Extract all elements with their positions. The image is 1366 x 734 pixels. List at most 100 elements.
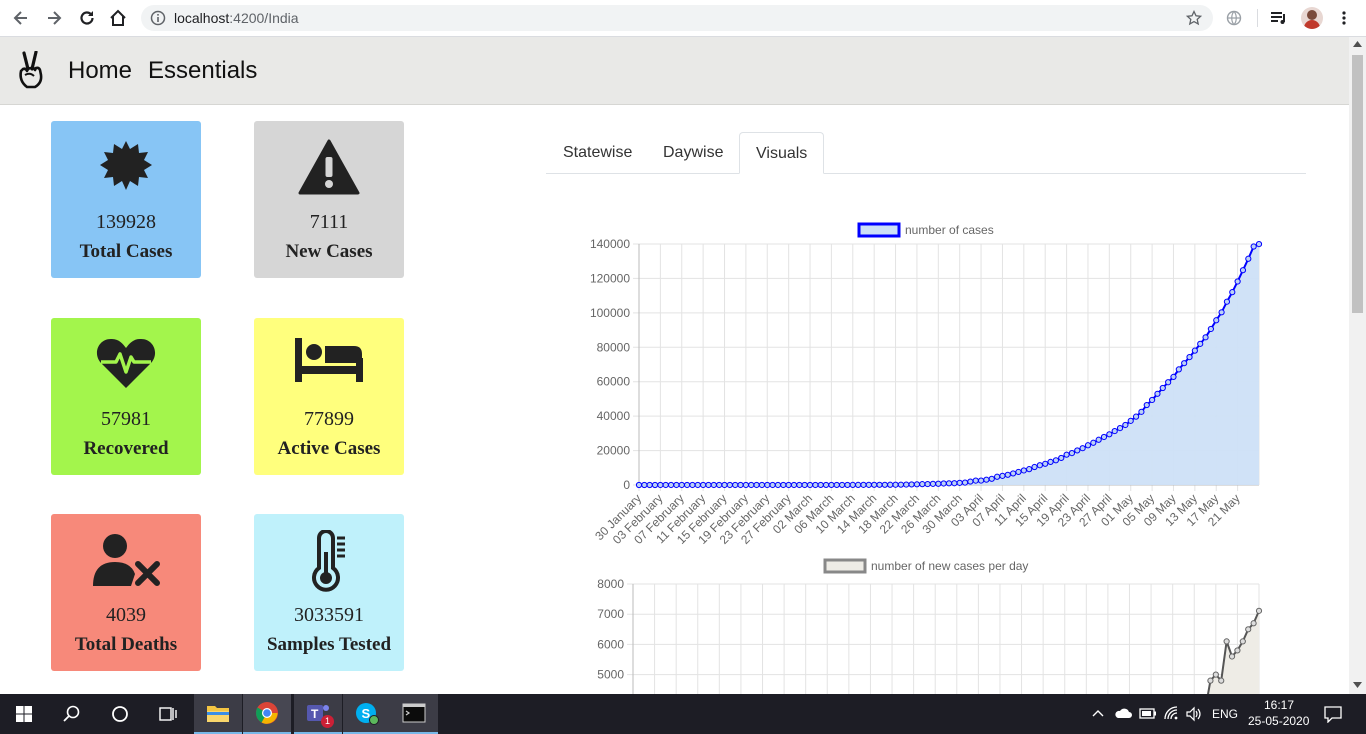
tab-statewise[interactable]: Statewise bbox=[547, 132, 648, 173]
cumulative-cases-chart: number of cases 0 20000 40000 60000 80000 1000… bbox=[590, 222, 1263, 547]
svg-text:S: S bbox=[362, 706, 371, 721]
data-point bbox=[1122, 421, 1129, 429]
data-point bbox=[753, 481, 760, 489]
y-tick-label: 140000 bbox=[590, 237, 630, 251]
data-point bbox=[742, 481, 749, 489]
svg-text:T: T bbox=[311, 707, 319, 721]
data-point bbox=[1186, 354, 1193, 361]
y-tick-label: 40000 bbox=[597, 409, 631, 423]
data-point bbox=[1084, 442, 1092, 449]
bed-icon bbox=[295, 338, 363, 382]
task-view-button[interactable] bbox=[144, 694, 192, 734]
data-point bbox=[1223, 638, 1230, 645]
victory-hand-icon[interactable] bbox=[12, 51, 50, 91]
series-area bbox=[639, 244, 1259, 485]
tab-visuals[interactable]: Visuals bbox=[739, 132, 825, 174]
data-point bbox=[780, 481, 787, 489]
show-hidden-icons-icon[interactable] bbox=[1092, 709, 1104, 717]
skype-app[interactable]: S bbox=[343, 694, 391, 734]
data-point bbox=[1015, 468, 1022, 476]
data-point bbox=[774, 481, 782, 489]
data-point bbox=[700, 481, 707, 489]
home-button[interactable] bbox=[106, 6, 130, 30]
data-point bbox=[1228, 653, 1236, 660]
data-point bbox=[940, 480, 947, 487]
input-language-indicator[interactable]: ENG bbox=[1212, 707, 1238, 721]
tab-daywise[interactable]: Daywise bbox=[647, 132, 739, 173]
page-scrollbar[interactable] bbox=[1349, 37, 1366, 694]
star-icon[interactable] bbox=[1186, 10, 1202, 26]
data-point bbox=[1255, 241, 1263, 248]
data-point bbox=[833, 481, 840, 489]
data-point bbox=[1245, 255, 1252, 262]
windows-taskbar: T 1 S ENG 16:17 25-05-2020 bbox=[0, 694, 1366, 734]
data-point bbox=[694, 481, 701, 489]
data-point bbox=[1218, 309, 1225, 316]
active-cases-label: Active Cases bbox=[277, 438, 381, 459]
data-point bbox=[865, 481, 872, 488]
data-point bbox=[796, 481, 803, 489]
terminal-app[interactable] bbox=[390, 694, 438, 734]
start-button[interactable] bbox=[0, 694, 48, 734]
forward-button[interactable] bbox=[42, 6, 66, 30]
data-point bbox=[1229, 289, 1236, 296]
y-tick-label: 100000 bbox=[590, 306, 630, 320]
data-point bbox=[1175, 366, 1182, 373]
onedrive-icon[interactable] bbox=[1114, 707, 1132, 719]
data-point bbox=[1181, 360, 1188, 367]
data-point bbox=[673, 481, 680, 489]
terminal-icon bbox=[402, 703, 426, 723]
daily-new-cases-chart: number of new cases per day 5000 6000 7000 8… bbox=[597, 558, 1263, 694]
data-point bbox=[988, 475, 995, 482]
media-control-icon[interactable] bbox=[1270, 10, 1288, 26]
data-point bbox=[1116, 424, 1124, 432]
search-button[interactable] bbox=[48, 694, 96, 734]
scrollbar-thumb[interactable] bbox=[1352, 55, 1363, 313]
address-bar[interactable]: localhost:4200/India bbox=[141, 5, 1213, 31]
y-tick-label: 60000 bbox=[597, 375, 631, 389]
globe-icon[interactable] bbox=[1226, 10, 1242, 26]
data-point bbox=[641, 481, 648, 489]
battery-icon[interactable] bbox=[1139, 708, 1157, 719]
clock-time[interactable]: 16:17 bbox=[1264, 698, 1294, 712]
data-point bbox=[897, 481, 904, 488]
file-explorer-app[interactable] bbox=[194, 694, 242, 734]
nav-link-home[interactable]: Home bbox=[68, 57, 132, 85]
data-point bbox=[689, 481, 696, 489]
clock-date[interactable]: 25-05-2020 bbox=[1248, 714, 1309, 728]
wifi-icon[interactable] bbox=[1163, 705, 1179, 721]
teams-app[interactable]: T 1 bbox=[294, 694, 342, 734]
data-point bbox=[806, 481, 814, 489]
reload-button[interactable] bbox=[75, 6, 99, 30]
cortana-button[interactable] bbox=[96, 694, 144, 734]
data-point bbox=[961, 479, 969, 486]
skype-icon: S bbox=[356, 703, 379, 725]
data-point bbox=[1250, 620, 1257, 627]
back-button[interactable] bbox=[9, 6, 33, 30]
warning-icon bbox=[298, 139, 360, 195]
data-point bbox=[994, 473, 1001, 480]
data-point bbox=[1090, 439, 1097, 446]
scroll-up-arrow-icon[interactable] bbox=[1353, 41, 1362, 47]
notification-center-icon[interactable] bbox=[1324, 705, 1342, 723]
scroll-down-arrow-icon[interactable] bbox=[1353, 682, 1362, 688]
data-point bbox=[1047, 458, 1054, 465]
nav-link-essentials[interactable]: Essentials bbox=[148, 57, 257, 85]
data-point bbox=[764, 481, 771, 489]
data-point bbox=[1026, 466, 1033, 473]
task-view-icon bbox=[159, 707, 177, 721]
total-cases-card: 139928 Total Cases bbox=[51, 121, 201, 278]
volume-icon[interactable] bbox=[1186, 706, 1202, 722]
data-point bbox=[956, 479, 963, 486]
data-point bbox=[785, 481, 792, 489]
badge-icon bbox=[100, 141, 152, 190]
data-point bbox=[1100, 433, 1108, 441]
more-menu-icon[interactable] bbox=[1340, 10, 1348, 26]
data-point bbox=[684, 481, 691, 489]
data-point bbox=[1058, 454, 1065, 462]
chrome-app[interactable] bbox=[243, 694, 291, 734]
data-point bbox=[1127, 417, 1134, 424]
url-text: localhost:4200/India bbox=[174, 10, 299, 26]
profile-avatar[interactable] bbox=[1301, 7, 1323, 29]
total-deaths-value: 4039 bbox=[106, 604, 146, 626]
